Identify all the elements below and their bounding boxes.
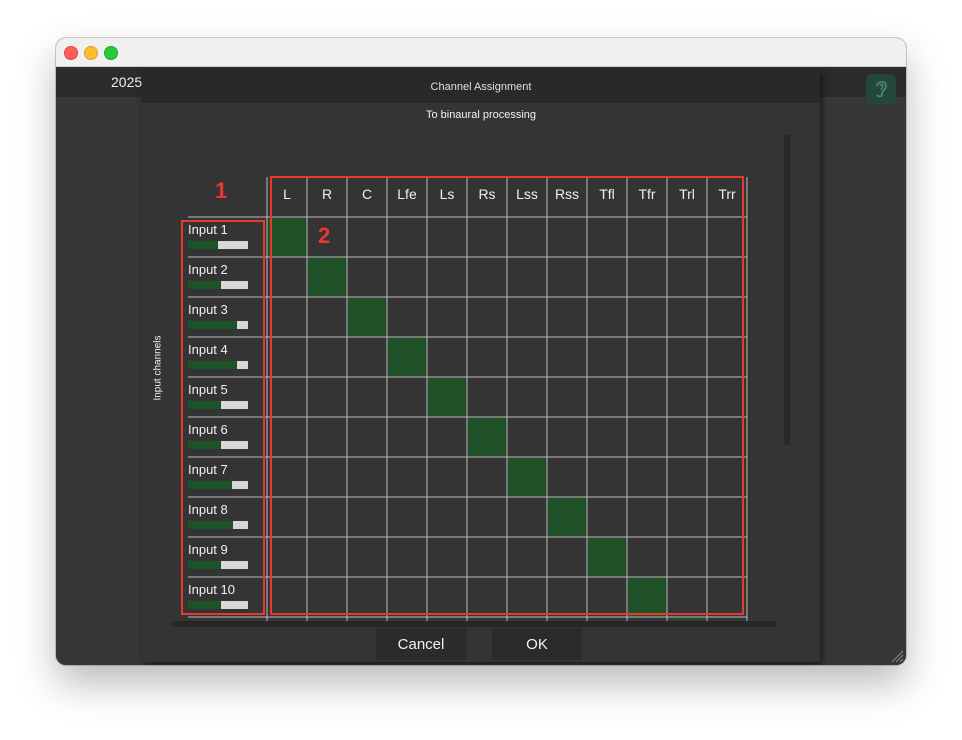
output-channel-header: Rs <box>478 186 496 202</box>
assigned-cell[interactable] <box>308 258 346 296</box>
output-channel-header: Tfl <box>599 186 615 202</box>
input-channel-label: Input 7 <box>188 462 228 477</box>
input-level-meter <box>188 481 248 489</box>
ear-icon[interactable] <box>866 74 896 104</box>
input-channel-label: Input 3 <box>188 302 228 317</box>
input-channel-row[interactable]: Input 3 <box>188 297 258 337</box>
assigned-cell[interactable] <box>388 338 426 376</box>
input-channel-label: Input 5 <box>188 382 228 397</box>
app-body: 2025 Channel Assignment To binaural proc… <box>56 67 906 665</box>
input-level-meter <box>188 441 248 449</box>
zoom-window-button[interactable] <box>104 46 118 60</box>
window-titlebar <box>56 38 906 67</box>
output-channel-header: L <box>283 186 291 202</box>
assigned-cell[interactable] <box>268 218 306 256</box>
input-level-meter <box>188 521 248 529</box>
channel-assignment-dialog: Channel Assignment To binaural processin… <box>142 72 820 662</box>
input-channel-row[interactable]: Input 8 <box>188 497 258 537</box>
output-channel-header: C <box>361 186 373 202</box>
output-channel-header: R <box>321 186 333 202</box>
input-level-meter-fill <box>188 321 238 329</box>
resize-grip-icon[interactable] <box>890 649 904 663</box>
input-channel-label: Input 8 <box>188 502 228 517</box>
input-level-meter-fill <box>188 561 221 569</box>
input-level-meter-fill <box>188 481 232 489</box>
input-channel-label: Input 4 <box>188 342 228 357</box>
input-level-meter <box>188 561 248 569</box>
assigned-cell[interactable] <box>588 538 626 576</box>
input-level-meter <box>188 601 248 609</box>
input-level-meter <box>188 401 248 409</box>
input-channel-label: Input 1 <box>188 222 228 237</box>
input-level-meter-fill <box>188 521 233 529</box>
output-channel-header: Ls <box>439 186 455 202</box>
assigned-cell[interactable] <box>508 458 546 496</box>
input-channel-label: Input 10 <box>188 582 235 597</box>
input-level-meter-fill <box>188 601 221 609</box>
annotation-marker-1: 1 <box>215 178 228 203</box>
horizontal-scrollbar[interactable] <box>172 621 776 627</box>
input-level-meter <box>188 321 248 329</box>
assigned-cell[interactable] <box>668 618 706 620</box>
output-channel-header: Lfe <box>397 186 417 202</box>
ok-button[interactable]: OK <box>492 628 582 660</box>
cancel-button[interactable]: Cancel <box>376 628 466 660</box>
input-channel-label: Input 9 <box>188 542 228 557</box>
output-channel-header: Rss <box>554 186 580 202</box>
input-level-meter-fill <box>188 401 221 409</box>
input-channel-row[interactable]: Input 10 <box>188 577 258 617</box>
input-level-meter <box>188 361 248 369</box>
ear-icon-glyph <box>876 81 887 98</box>
input-channel-label: Input 2 <box>188 262 228 277</box>
output-channel-header: Tfr <box>638 186 656 202</box>
close-window-button[interactable] <box>64 46 78 60</box>
minimize-window-button[interactable] <box>84 46 98 60</box>
input-level-meter <box>188 281 248 289</box>
input-channel-row[interactable]: Input 4 <box>188 337 258 377</box>
input-channel-row[interactable]: Input 6 <box>188 417 258 457</box>
assigned-cell[interactable] <box>628 578 666 616</box>
input-channel-label: Input 6 <box>188 422 228 437</box>
input-channel-row[interactable]: Input 2 <box>188 257 258 297</box>
output-channel-header: Lss <box>516 186 538 202</box>
annotation-marker-2: 2 <box>318 223 331 248</box>
input-channel-row[interactable]: Input 7 <box>188 457 258 497</box>
input-level-meter-fill <box>188 361 238 369</box>
app-title: 2025 <box>111 74 143 90</box>
output-channel-header: Trl <box>679 186 695 202</box>
input-channel-row[interactable]: Input 1 <box>188 217 258 257</box>
assigned-cell[interactable] <box>468 418 506 456</box>
output-channel-header: Trr <box>718 186 736 202</box>
input-level-meter-fill <box>188 281 221 289</box>
assigned-cell[interactable] <box>548 498 586 536</box>
input-channel-row[interactable]: Input 5 <box>188 377 258 417</box>
input-channel-row[interactable]: Input 9 <box>188 537 258 577</box>
assigned-cell[interactable] <box>348 298 386 336</box>
input-level-meter-fill <box>188 241 218 249</box>
input-level-meter-fill <box>188 441 221 449</box>
assigned-cell[interactable] <box>428 378 466 416</box>
input-level-meter <box>188 241 248 249</box>
app-window: 2025 Channel Assignment To binaural proc… <box>56 38 906 665</box>
